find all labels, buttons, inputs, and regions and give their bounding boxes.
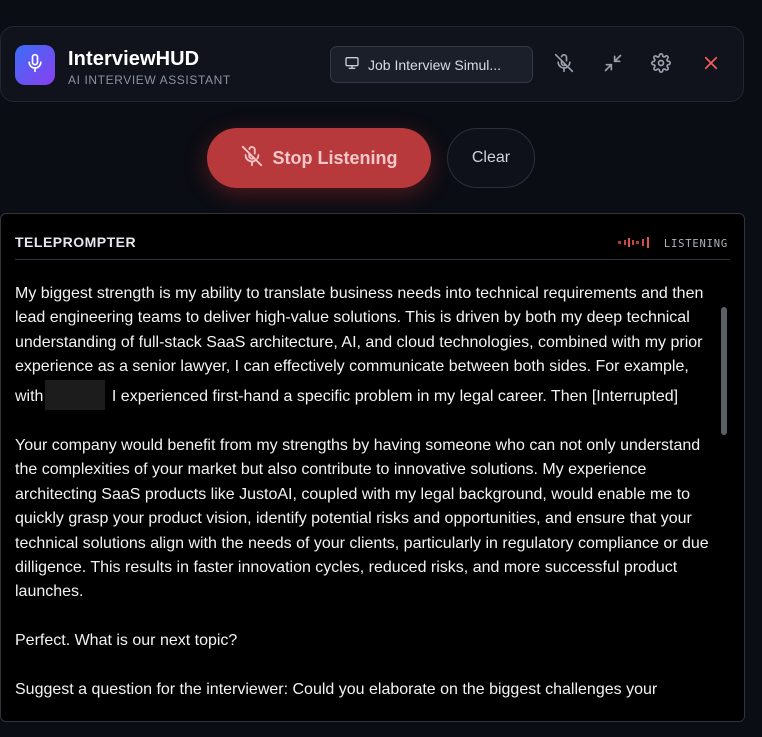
transcript-paragraph: Your company would benefit from my stren…	[15, 437, 709, 601]
redacted-text	[45, 379, 106, 410]
microphone-icon	[25, 53, 45, 78]
bottom-fade	[1, 699, 744, 721]
mute-mic-button[interactable]	[550, 51, 578, 79]
listening-status: LISTENING	[617, 235, 728, 253]
mode-select-value: Job Interview Simul...	[368, 56, 502, 73]
app-header: InterviewHUD AI INTERVIEW ASSISTANT Job …	[0, 26, 744, 102]
stop-listening-label: Stop Listening	[272, 147, 398, 168]
minimize-button[interactable]	[599, 51, 627, 79]
scrollbar-thumb[interactable]	[721, 307, 727, 435]
app-title: InterviewHUD	[68, 48, 200, 70]
monitor-icon	[344, 55, 360, 74]
paragraph-text: I experienced first-hand a specific prob…	[107, 387, 679, 405]
divider	[15, 259, 730, 260]
status-text: LISTENING	[663, 238, 728, 250]
mute-mic-icon	[241, 145, 263, 172]
app-subtitle: AI INTERVIEW ASSISTANT	[68, 73, 231, 87]
audio-level-icon	[617, 235, 656, 253]
settings-button[interactable]	[647, 51, 675, 79]
settings-icon	[651, 52, 671, 78]
close-icon	[702, 54, 720, 77]
transcript-paragraph: My biggest strength is my ability to tra…	[15, 282, 720, 410]
clear-button[interactable]: Clear	[447, 128, 535, 188]
app-logo	[15, 45, 55, 85]
mute-mic-icon	[554, 53, 574, 78]
transcript-paragraph: Perfect. What is our next topic?	[15, 632, 238, 650]
transcript-text: My biggest strength is my ability to tra…	[15, 282, 720, 721]
teleprompter-panel: TELEPROMPTER LISTENING My biggest streng…	[0, 213, 745, 722]
stop-listening-button[interactable]: Stop Listening	[207, 128, 431, 188]
mode-select[interactable]: Job Interview Simul...	[330, 46, 533, 83]
teleprompter-title: TELEPROMPTER	[15, 234, 137, 250]
close-button[interactable]	[697, 51, 725, 79]
minimize-icon	[603, 53, 623, 78]
